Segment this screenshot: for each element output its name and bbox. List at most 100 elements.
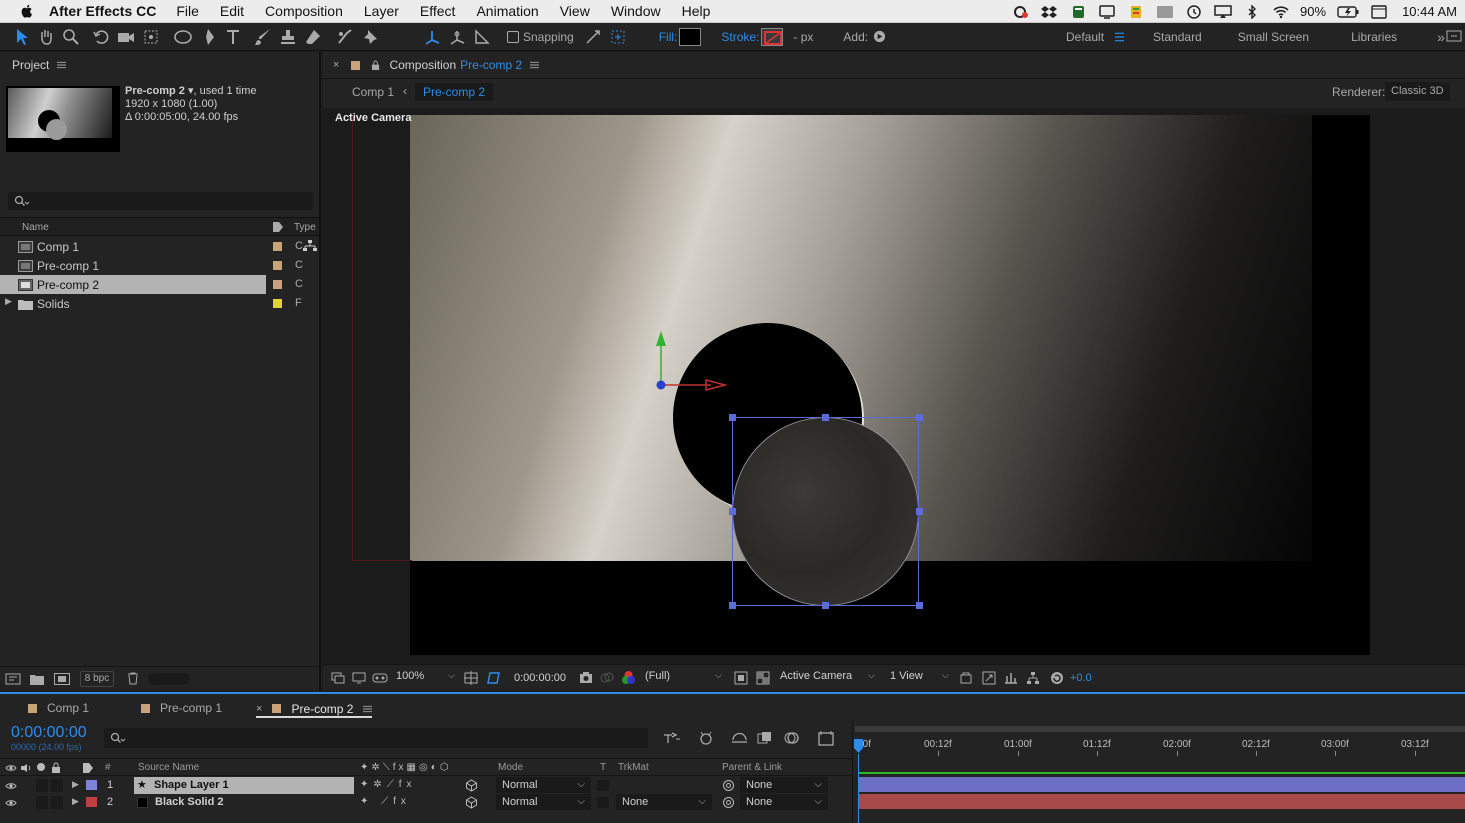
label-tag-icon[interactable] bbox=[82, 762, 94, 774]
type-tool[interactable] bbox=[222, 26, 244, 48]
camera-view-dropdown[interactable]: Active Camera ⌵ bbox=[780, 670, 880, 686]
project-folder[interactable]: ▶ Solids F bbox=[0, 294, 302, 313]
lock-toggle[interactable] bbox=[51, 796, 63, 809]
expand-arrow-icon[interactable]: ▶ bbox=[72, 796, 79, 807]
snapshot-icon[interactable] bbox=[579, 671, 593, 684]
time-graph[interactable]: 00f 00:12f 01:00f 01:12f 02:00f 02:12f 0… bbox=[852, 720, 1465, 823]
project-item-selected[interactable]: Pre-comp 2 bbox=[0, 275, 266, 294]
column-source-name[interactable]: Source Name bbox=[138, 762, 199, 773]
label-swatch[interactable] bbox=[273, 299, 282, 308]
layer-switches[interactable]: ✦ ⟋fx bbox=[360, 796, 480, 809]
column-parent-link[interactable]: Parent & Link bbox=[722, 762, 782, 773]
bit-depth-button[interactable]: 8 bpc bbox=[80, 671, 114, 687]
panel-toggle-icon[interactable] bbox=[1446, 29, 1462, 43]
toggle-pixel-aspect-icon[interactable] bbox=[959, 671, 973, 685]
monitor-icon[interactable] bbox=[352, 672, 366, 684]
layer-duration-bar[interactable] bbox=[859, 794, 1465, 809]
layer-row[interactable]: ▶ 1 ★ Shape Layer 1 ✦✲⟋fx Normal ⌵ None ⌵ bbox=[0, 777, 852, 794]
layer-mode-dropdown[interactable]: Normal ⌵ bbox=[496, 777, 591, 793]
timeline-tab-active[interactable]: × Pre-comp 2 bbox=[256, 701, 373, 718]
preserve-transparency-toggle[interactable] bbox=[597, 797, 609, 808]
breadcrumb-comp-1[interactable]: Comp 1 bbox=[352, 85, 394, 99]
pan-behind-tool[interactable] bbox=[140, 26, 162, 48]
apple-icon[interactable] bbox=[19, 3, 35, 19]
battery-icon[interactable] bbox=[1337, 5, 1359, 19]
selected-item-name[interactable]: Pre-comp 2 bbox=[125, 85, 185, 97]
new-composition-icon[interactable] bbox=[54, 673, 70, 685]
composition-tab-name[interactable]: Pre-comp 2 bbox=[460, 58, 522, 72]
clock[interactable]: 10:44 AM bbox=[1402, 4, 1457, 19]
app-name[interactable]: After Effects CC bbox=[49, 3, 156, 19]
time-machine-icon[interactable] bbox=[1185, 4, 1203, 19]
pen-tool[interactable] bbox=[197, 26, 219, 48]
color-channels-icon[interactable] bbox=[621, 670, 636, 685]
new-folder-icon[interactable] bbox=[30, 673, 44, 685]
thumbnail-scroll[interactable] bbox=[148, 673, 190, 685]
mask-visibility-icon[interactable] bbox=[486, 671, 500, 685]
lock-icon[interactable] bbox=[51, 762, 61, 773]
transform-handle[interactable] bbox=[729, 508, 736, 515]
draft-3d-icon[interactable] bbox=[697, 730, 715, 746]
show-snapshot-icon[interactable] bbox=[600, 671, 614, 684]
label-tag-icon[interactable] bbox=[272, 221, 284, 233]
transform-handle[interactable] bbox=[729, 414, 736, 421]
transform-handle[interactable] bbox=[916, 508, 923, 515]
video-eye-icon[interactable] bbox=[5, 763, 17, 773]
menu-effect[interactable]: Effect bbox=[420, 3, 456, 19]
exposure-value[interactable]: +0.0 bbox=[1070, 672, 1092, 684]
column-layer-number[interactable]: # bbox=[105, 762, 111, 773]
timeline-timecode[interactable]: 0:00:00:00 bbox=[11, 724, 87, 742]
interpret-footage-icon[interactable] bbox=[5, 673, 21, 685]
3d-layer-icon[interactable] bbox=[465, 796, 478, 809]
lock-icon[interactable] bbox=[371, 60, 380, 71]
workspace-overflow[interactable]: » bbox=[1437, 29, 1445, 45]
trash-icon[interactable] bbox=[127, 672, 139, 685]
track-matte-dropdown[interactable]: None ⌵ bbox=[616, 794, 712, 810]
parent-dropdown[interactable]: None ⌵ bbox=[740, 794, 828, 810]
3d-axis-gizmo[interactable] bbox=[650, 327, 730, 397]
workspace-default[interactable]: Default bbox=[1066, 30, 1104, 44]
menu-help[interactable]: Help bbox=[682, 3, 711, 19]
renderer-dropdown[interactable]: Classic 3D bbox=[1385, 82, 1450, 101]
roto-brush-tool[interactable] bbox=[334, 26, 356, 48]
transform-handle[interactable] bbox=[822, 414, 829, 421]
puppet-tool[interactable] bbox=[359, 26, 381, 48]
menu-layer[interactable]: Layer bbox=[364, 3, 399, 19]
wifi-icon[interactable] bbox=[1272, 5, 1290, 19]
menu-animation[interactable]: Animation bbox=[476, 3, 538, 19]
screen-icon[interactable] bbox=[1156, 5, 1174, 19]
project-item[interactable]: Pre-comp 1 C bbox=[0, 256, 303, 275]
breadcrumb-back-icon[interactable]: ‹ bbox=[403, 84, 407, 98]
playhead-handle-icon[interactable] bbox=[853, 738, 864, 754]
menu-view[interactable]: View bbox=[560, 3, 590, 19]
local-axis-mode[interactable] bbox=[421, 26, 443, 48]
panel-menu-icon[interactable] bbox=[530, 61, 540, 69]
view-layout-dropdown[interactable]: 1 View ⌵ bbox=[890, 670, 952, 686]
video-eye-icon[interactable] bbox=[5, 798, 17, 808]
column-trkmat[interactable]: TrkMat bbox=[618, 762, 649, 773]
clone-stamp-tool[interactable] bbox=[277, 26, 299, 48]
add-shape-button[interactable] bbox=[873, 30, 886, 43]
playhead-line[interactable] bbox=[858, 754, 859, 823]
snapping-toggle[interactable]: Snapping bbox=[507, 30, 574, 44]
solo-dot-icon[interactable] bbox=[37, 763, 45, 771]
composition-mini-flowchart-icon[interactable] bbox=[663, 731, 681, 745]
label-swatch[interactable] bbox=[273, 261, 282, 270]
lock-toggle[interactable] bbox=[51, 779, 63, 792]
timeline-icon[interactable] bbox=[1004, 671, 1018, 685]
zoom-tool[interactable] bbox=[60, 26, 82, 48]
brush-tool[interactable] bbox=[252, 26, 274, 48]
3d-layer-icon[interactable] bbox=[465, 779, 478, 792]
display-icon[interactable] bbox=[1098, 4, 1116, 19]
video-eye-icon[interactable] bbox=[5, 781, 17, 791]
menu-composition[interactable]: Composition bbox=[265, 3, 343, 19]
airplay-icon[interactable] bbox=[1214, 4, 1232, 19]
layer-switches[interactable]: ✦✲⟋fx bbox=[360, 779, 480, 792]
comp-canvas[interactable] bbox=[410, 115, 1370, 655]
composition-tab[interactable]: × Composition Pre-comp 2 bbox=[333, 58, 540, 72]
column-type[interactable]: Type bbox=[294, 222, 316, 233]
pick-whip-icon[interactable] bbox=[722, 779, 735, 792]
menu-edit[interactable]: Edit bbox=[220, 3, 244, 19]
eraser-tool[interactable] bbox=[302, 26, 324, 48]
timeline-tab[interactable]: Pre-comp 1 bbox=[141, 701, 222, 715]
